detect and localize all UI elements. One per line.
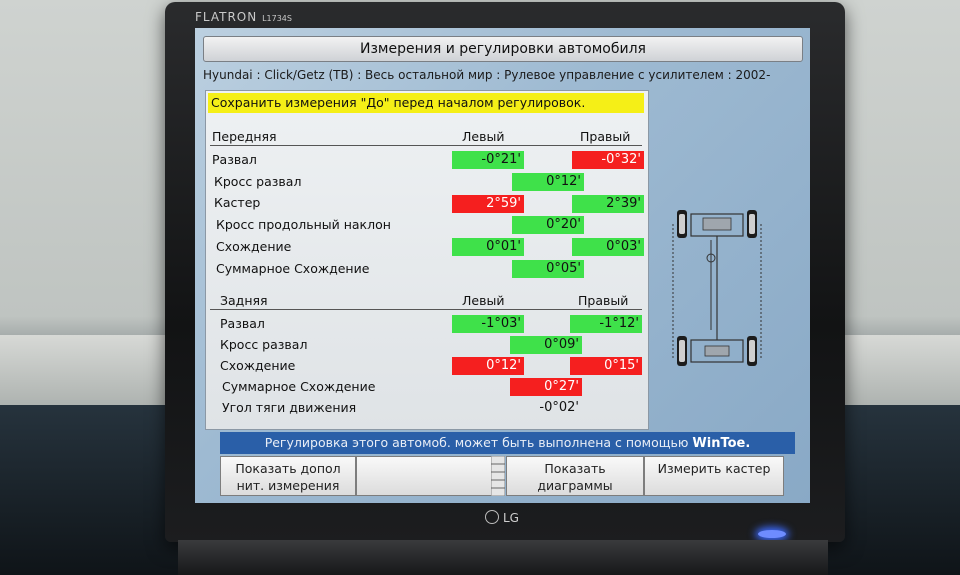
front-left-col: Левый [462,129,505,144]
footer-tool: WinToe. [692,436,751,451]
footer-message: Регулировка этого автомоб. может быть вы… [220,432,795,454]
front-cross-caster-label: Кросс продольный наклон [216,217,391,232]
rear-camber-left: -1°03' [452,315,524,333]
vehicle-info: Hyundai : Click/Getz (TB) : Весь остальн… [203,68,771,82]
rear-cross-camber-label: Кросс развал [220,337,308,352]
rear-heading: Задняя [220,293,268,308]
front-caster-label: Кастер [214,195,261,210]
thrust-angle-label: Угол тяги движения [222,400,357,415]
rear-cross-camber: 0°09' [510,336,582,354]
front-cross-caster: 0°20' [512,216,584,234]
empty-button[interactable] [356,456,492,496]
window-title: Измерения и регулировки автомобиля [203,36,803,62]
measurements-panel: Сохранить измерения "До" перед началом р… [205,90,649,430]
front-camber-right: -0°32' [572,151,644,169]
screen: Измерения и регулировки автомобиля Hyund… [195,28,810,503]
show-diagrams-button[interactable]: Показать диаграммы [506,456,644,496]
monitor-stand [178,540,828,575]
front-caster-right: 2°39' [572,195,644,213]
rear-toe-label: Схождение [220,358,296,373]
front-toe-right: 0°03' [572,238,644,256]
rear-total-toe: 0°27' [510,378,582,396]
rear-header: Задняя Левый Правый [210,293,642,310]
lg-logo: LG [485,510,519,525]
front-camber-label: Развал [212,152,257,167]
rear-toe-right: 0°15' [570,357,642,375]
rear-camber-label: Развал [220,316,265,331]
measure-caster-button[interactable]: Измерить кастер [644,456,784,496]
rear-total-toe-label: Суммарное Схождение [222,379,376,394]
front-toe-label: Схождение [216,239,292,254]
rear-right-col: Правый [578,293,629,308]
model-name: L1734S [262,14,292,23]
monitor-brand: FLATRON L1734S [195,10,292,24]
car-chassis-diagram-icon [672,210,762,366]
front-cross-camber-label: Кросс развал [214,174,302,189]
thrust-angle: -0°02' [539,400,579,415]
lg-text: LG [503,511,519,525]
front-heading: Передняя [212,129,277,144]
front-right-col: Правый [580,129,631,144]
rear-toe-left: 0°12' [452,357,524,375]
front-toe-left: 0°01' [452,238,524,256]
show-additional-button[interactable]: Показать допол нит. измерения [220,456,356,496]
rear-camber-right: -1°12' [570,315,642,333]
brand-name: FLATRON [195,10,258,24]
front-header: Передняя Левый Правый [210,129,642,146]
front-caster-left: 2°59' [452,195,524,213]
footer-text: Регулировка этого автомоб. может быть вы… [264,435,689,450]
button-bar: Показать допол нит. измерения Показать д… [220,456,785,498]
save-notice: Сохранить измерения "До" перед началом р… [208,93,644,113]
front-camber-left: -0°21' [452,151,524,169]
ladder-icon [491,456,505,496]
front-total-toe: 0°05' [512,260,584,278]
rear-left-col: Левый [462,293,505,308]
front-cross-camber: 0°12' [512,173,584,191]
lg-circle-icon [485,510,499,524]
power-led-icon [758,530,786,538]
front-total-toe-label: Суммарное Схождение [216,261,370,276]
